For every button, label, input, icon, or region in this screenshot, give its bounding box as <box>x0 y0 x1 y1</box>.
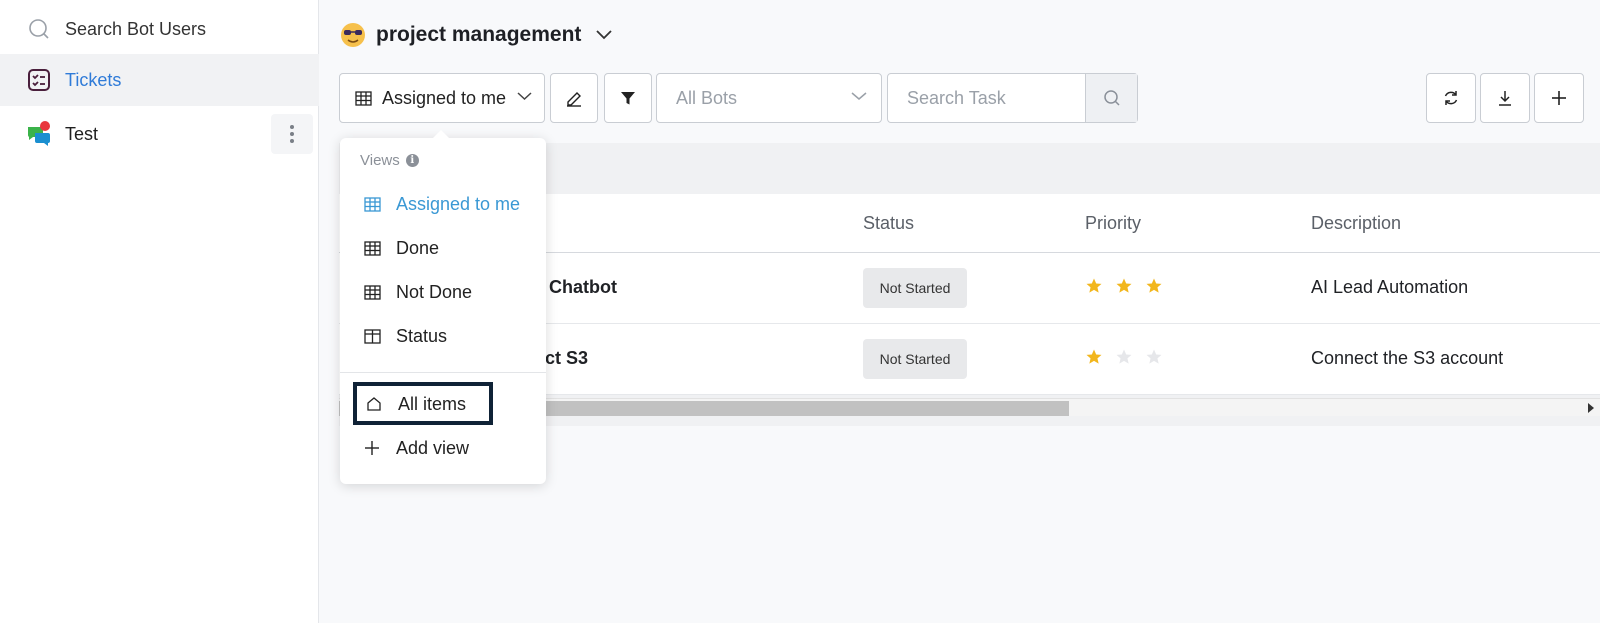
ticket-name[interactable]: ct S3 <box>545 348 588 369</box>
priority-rating[interactable] <box>1085 277 1163 295</box>
edit-view-button[interactable] <box>550 73 598 123</box>
view-select-label: Assigned to me <box>382 87 507 108</box>
add-view-label: Add view <box>396 437 470 458</box>
view-select[interactable]: Assigned to me <box>339 73 545 123</box>
column-header-status: Status <box>863 213 915 233</box>
bots-select[interactable]: All Bots <box>656 73 882 123</box>
table-icon <box>364 196 382 212</box>
view-item-assigned-to-me[interactable]: Assigned to me <box>340 182 546 226</box>
search-task-input[interactable]: Search Task <box>907 88 1006 109</box>
more-options-button[interactable] <box>271 114 313 154</box>
download-button[interactable] <box>1480 73 1530 123</box>
star-filled-icon[interactable] <box>1085 277 1103 295</box>
views-header-label: Views <box>360 152 400 169</box>
ticket-description: Connect the S3 account <box>1311 348 1504 368</box>
view-item-status[interactable]: Status <box>340 314 546 358</box>
status-badge[interactable]: Not Started <box>863 339 967 379</box>
search-bot-users-label: Search Bot Users <box>65 18 207 39</box>
kebab-icon <box>290 124 294 145</box>
download-icon <box>1499 91 1511 106</box>
view-item-label: All items <box>398 393 467 414</box>
view-item-label: Not Done <box>396 281 473 302</box>
refresh-icon <box>1444 91 1458 105</box>
table-icon <box>364 284 382 300</box>
pen-icon <box>567 92 581 107</box>
home-icon <box>366 396 384 412</box>
view-item-label: Assigned to me <box>396 193 521 214</box>
project-selector[interactable]: project management <box>340 22 613 48</box>
view-item-label: Done <box>396 237 440 258</box>
search-bot-users[interactable]: Search Bot Users <box>0 3 319 55</box>
info-icon[interactable]: i <box>405 154 419 167</box>
tickets-icon <box>26 67 52 93</box>
sidebar-item-label: Test <box>65 123 99 144</box>
search-icon <box>1103 90 1120 106</box>
view-item-all-items[interactable]: All items <box>340 382 546 426</box>
sidebar-item-tickets[interactable]: Tickets <box>0 54 319 106</box>
filter-icon <box>621 92 635 105</box>
views-header: Views i <box>360 152 419 169</box>
star-filled-icon[interactable] <box>1115 277 1133 295</box>
column-header-priority: Priority <box>1085 213 1142 233</box>
star-empty-icon[interactable] <box>1115 348 1133 366</box>
views-dropdown: Views i Assigned to me Done Not Done Sta… <box>340 130 546 484</box>
plus-icon <box>1552 91 1566 105</box>
status-badge[interactable]: Not Started <box>863 268 967 308</box>
sidebar: Search Bot Users Tickets Test <box>0 0 319 623</box>
search-icon <box>26 16 52 42</box>
view-item-done[interactable]: Done <box>340 226 546 270</box>
add-button[interactable] <box>1534 73 1584 123</box>
chevron-down-icon <box>517 92 532 101</box>
sidebar-item-label: Tickets <box>65 69 122 90</box>
scroll-right-arrow-icon[interactable] <box>1588 403 1594 413</box>
board-icon <box>364 328 382 344</box>
plus-icon <box>364 440 382 456</box>
search-button[interactable] <box>1085 74 1137 122</box>
priority-rating[interactable] <box>1085 348 1163 366</box>
refresh-button[interactable] <box>1426 73 1476 123</box>
table-icon <box>364 240 382 256</box>
bots-select-label: All Bots <box>676 87 738 108</box>
sunglasses-emoji-icon <box>341 23 365 47</box>
view-item-not-done[interactable]: Not Done <box>340 270 546 314</box>
star-empty-icon[interactable] <box>1145 348 1163 366</box>
table-icon <box>355 90 372 106</box>
page-title: project management <box>376 23 582 46</box>
chevron-down-icon <box>596 30 613 40</box>
chat-bot-icon <box>26 121 52 147</box>
divider <box>340 372 546 373</box>
sidebar-item-test[interactable]: Test <box>0 108 319 160</box>
search-task-field[interactable]: Search Task <box>887 73 1138 123</box>
chevron-down-icon <box>851 92 867 100</box>
view-item-label: Status <box>396 325 448 346</box>
column-header-description: Description <box>1311 213 1402 233</box>
ticket-name[interactable]: Chatbot <box>549 277 617 298</box>
ticket-description: AI Lead Automation <box>1311 277 1469 297</box>
filter-button[interactable] <box>604 73 652 123</box>
add-view-button[interactable]: Add view <box>340 426 546 470</box>
star-filled-icon[interactable] <box>1145 277 1163 295</box>
star-filled-icon[interactable] <box>1085 348 1103 366</box>
